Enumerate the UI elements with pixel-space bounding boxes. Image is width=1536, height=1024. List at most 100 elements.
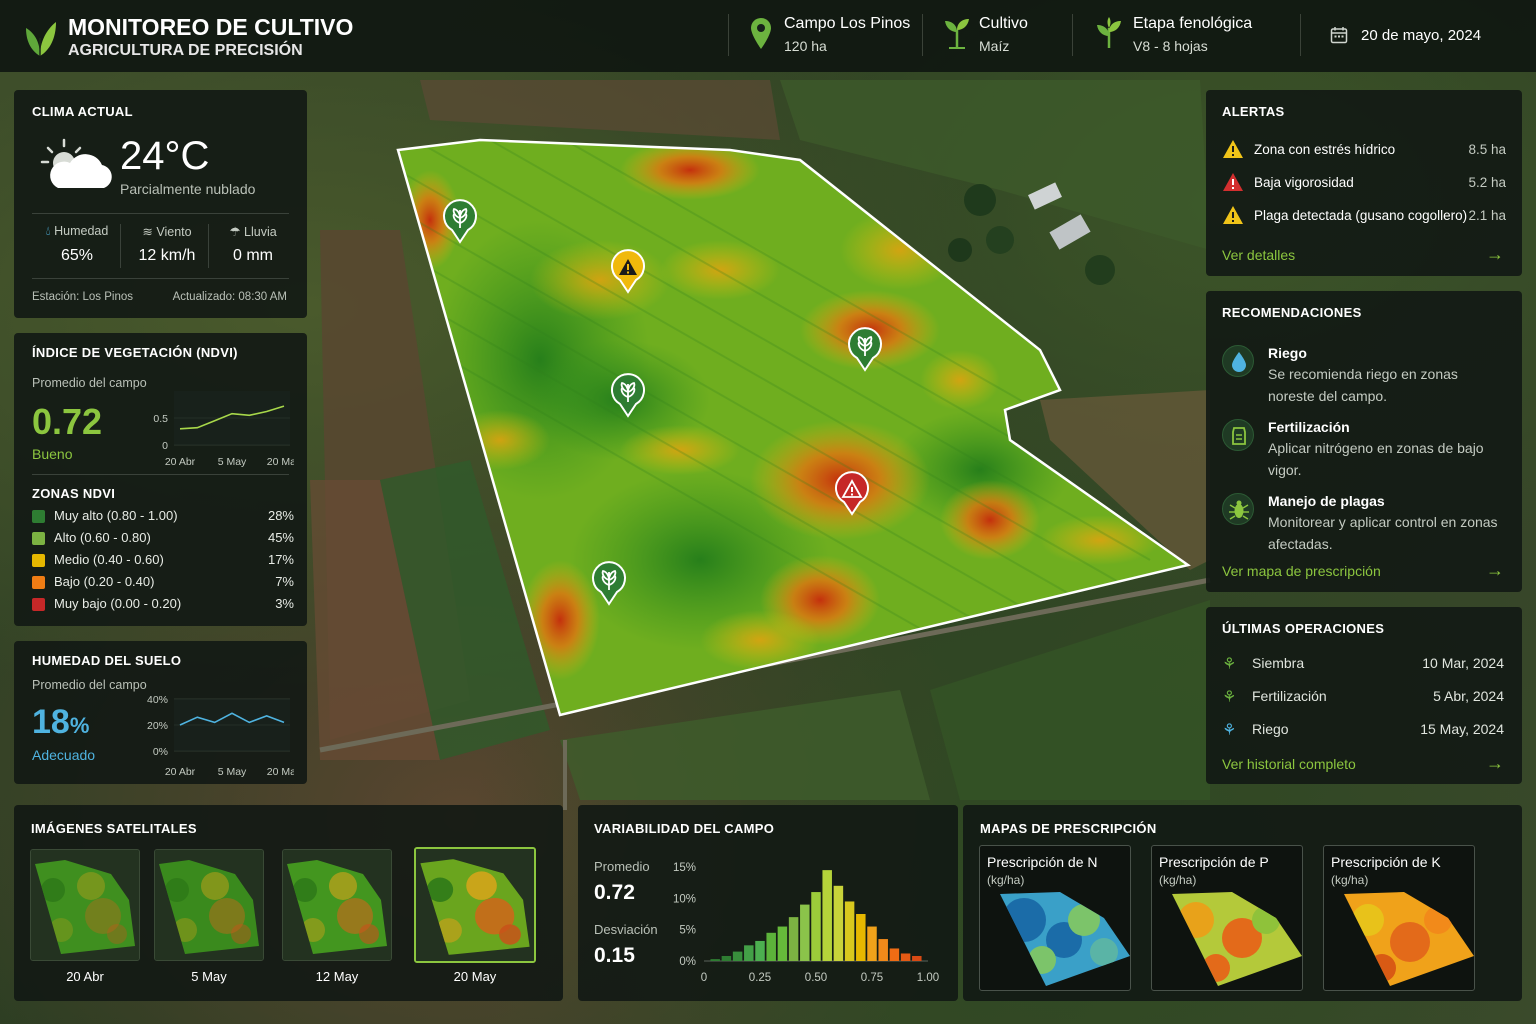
histogram-bar [766,932,776,961]
satellite-thumbnail[interactable] [414,847,536,963]
prescription-panel: MAPAS DE PRESCRIPCIÓN Prescripción de N … [963,805,1522,1001]
y-tick-label: 0.5 [153,413,168,425]
droplet-icon: 💧︎ [45,224,51,238]
nitrogen-map [1000,892,1130,986]
weather-panel: CLIMA ACTUAL 24°C Parcialmente nublado 💧… [14,90,307,318]
soil-value-wrap: 18% [32,703,89,742]
app-title: MONITOREO DE CULTIVO [68,14,354,40]
y-tick-label: 10% [673,893,696,905]
header-divider [922,14,923,56]
soil-status: Adecuado [32,747,96,763]
variability-title: VARIABILIDAD DEL CAMPO [594,821,775,836]
ndvi-zones-title: ZONAS NDVI [32,486,116,501]
histogram-bar [732,951,743,961]
satellite-date-label: 12 May [315,969,359,984]
arrow-right-icon[interactable]: → [1486,560,1504,581]
irrigation-icon: ⚘︎ [1222,722,1237,739]
satellite-image [155,850,263,960]
y-tick-label: 40% [147,694,168,706]
divider [32,278,289,279]
header-divider [1072,14,1073,56]
histogram-bar [755,940,765,961]
operation-row[interactable]: ⚘︎ Fertilización 5 Abr, 2024 [1222,687,1504,707]
x-tick-label: 0.75 [861,972,883,984]
prescription-card-title: Prescripción de N [987,854,1098,870]
zone-label: Muy alto (0.80 - 1.00) [54,508,178,523]
stage-info[interactable]: Etapa fenológica V8 - 8 hojas [1133,15,1252,54]
zone-color-swatch [32,510,45,523]
satellite-thumbnail[interactable] [154,849,264,961]
plot-area [174,391,290,445]
histogram-bar [878,939,888,961]
history-link[interactable]: Ver historial completo [1222,756,1356,772]
operation-row[interactable]: ⚘︎ Riego 15 May, 2024 [1222,720,1504,740]
alert-area: 8.5 ha [1468,142,1506,157]
arrow-right-icon[interactable]: → [1486,753,1504,774]
alert-row[interactable]: Zona con estrés hídrico 8.5 ha [1222,139,1506,161]
histogram-bar [788,917,799,961]
alert-row[interactable]: Baja vigorosidad 5.2 ha [1222,172,1506,194]
divider [32,213,289,214]
zone-percent: 3% [275,596,294,611]
plot-area [174,699,290,751]
sprout-icon [945,19,969,49]
fertilizer-bag-icon [1222,419,1254,451]
field-name: Campo Los Pinos [784,15,911,32]
x-tick-label: 20 Abr [165,456,196,467]
zone-label: Alto (0.60 - 0.80) [54,530,151,545]
crop-info[interactable]: Cultivo Maíz [979,15,1028,54]
histogram-bar [744,945,754,961]
prescription-card-unit: (kg/ha) [1331,873,1369,887]
prescription-card-p[interactable]: Prescripción de P (kg/ha) [1151,845,1303,991]
field-info[interactable]: Campo Los Pinos 120 ha [784,15,910,54]
divider [120,224,121,268]
divider [32,474,289,475]
recommendation-item[interactable]: Fertilización Aplicar nitrógeno en zonas… [1222,419,1508,479]
variability-panel: VARIABILIDAD DEL CAMPO Promedio 0.72 Des… [578,805,958,1001]
rain-value: 0 mm [233,247,273,264]
recommendation-desc: Se recomienda riego en zonas noreste del… [1268,366,1458,404]
app-subtitle: AGRICULTURA DE PRECISIÓN [68,42,303,59]
current-date[interactable]: 20 de mayo, 2024 [1361,27,1481,44]
wind-stat: ≋ Viento 12 km/h [122,224,212,265]
alert-row[interactable]: Plaga detectada (gusano cogollero) 2.1 ha [1222,205,1506,227]
soil-value: 18 [32,703,70,741]
ndvi-zone-row: Muy alto (0.80 - 1.00) 28% [32,508,294,526]
alerts-details-link[interactable]: Ver detalles [1222,247,1295,263]
header-divider [728,14,729,56]
partly-cloudy-icon [40,138,112,188]
temperature: 24°C [120,134,210,178]
x-tick-label: 1.00 [917,972,939,984]
humidity-label: Humedad [54,224,109,238]
operation-row[interactable]: ⚘︎ Siembra 10 Mar, 2024 [1222,654,1504,674]
prescription-map-link[interactable]: Ver mapa de prescripción [1222,563,1381,579]
zone-color-swatch [32,598,45,611]
danger-triangle-icon [1223,173,1243,191]
warning-triangle-icon [1223,206,1243,224]
wind-value: 12 km/h [138,247,196,264]
histogram-bar [800,904,810,961]
variability-avg-label: Promedio [594,859,650,874]
prescription-card-k[interactable]: Prescripción de K (kg/ha) [1323,845,1475,991]
ndvi-trend-chart[interactable]: 0.5 0 20 Abr 5 May 20 May [144,383,294,467]
operation-date: 10 Mar, 2024 [1422,655,1504,671]
satellite-thumbnail[interactable] [30,849,140,961]
soil-trend-chart[interactable]: 40% 20% 0% 20 Abr 5 May 20 May [138,693,294,777]
satellite-thumbnail[interactable] [282,849,392,961]
humidity-value: 65% [60,247,94,264]
arrow-right-icon[interactable]: → [1486,244,1504,265]
y-tick-label: 20% [147,720,168,732]
prescription-card-n[interactable]: Prescripción de N (kg/ha) [979,845,1131,991]
water-drop-icon [1222,345,1254,377]
variability-histogram[interactable]: 15% 10% 5% 0% 0 0.25 0.50 0.75 1.00 [668,855,948,991]
recommendation-title: Riego [1268,345,1307,361]
zone-label: Bajo (0.20 - 0.40) [54,574,155,589]
stage-label: Etapa fenológica [1133,15,1253,32]
alert-area: 2.1 ha [1468,208,1506,223]
histogram-bar [811,892,821,961]
zone-label: Medio (0.40 - 0.60) [54,552,164,567]
recommendation-item[interactable]: Riego Se recomienda riego en zonas nores… [1222,345,1508,405]
rain-stat: ☂︎ Lluvia 0 mm [208,224,298,265]
ndvi-avg-label: Promedio del campo [32,376,147,390]
recommendation-item[interactable]: Manejo de plagas Monitorear y aplicar co… [1222,493,1508,553]
